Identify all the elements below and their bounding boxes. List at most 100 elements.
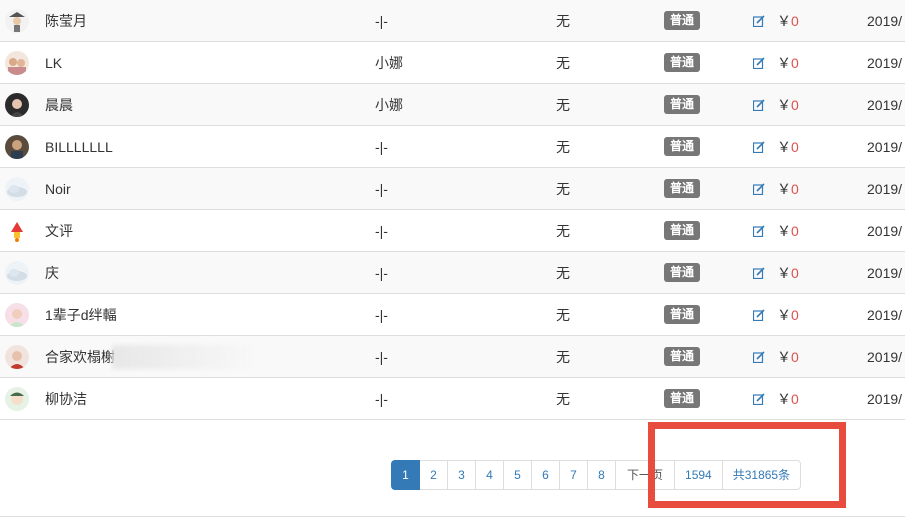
table-row: Noir -|- 无 普通 ￥0 2019/ — [0, 168, 905, 210]
member-badge: 普通 — [664, 305, 701, 324]
member-badge: 普通 — [664, 95, 701, 114]
user-name: 柳协洁 — [45, 391, 87, 407]
date: 2019/ — [867, 139, 903, 155]
date: 2019/ — [867, 307, 903, 323]
edit-icon[interactable] — [752, 98, 765, 112]
edit-icon[interactable] — [752, 224, 765, 238]
edit-icon[interactable] — [752, 392, 765, 406]
balance-amount: 0 — [791, 181, 799, 197]
currency-symbol: ￥ — [777, 265, 791, 281]
user-name: 庆 — [45, 265, 59, 281]
table-row: LK 小娜 无 普通 ￥0 2019/ — [0, 42, 905, 84]
balance: ￥0 — [777, 168, 799, 210]
member-badge: 普通 — [664, 11, 701, 30]
table-row: 1辈子d绊輻 -|- 无 普通 ￥0 2019/ — [0, 294, 905, 336]
user-name: 陈莹月 — [45, 13, 87, 29]
page-link-5[interactable]: 5 — [503, 460, 532, 490]
level-value: 无 — [556, 55, 570, 71]
balance-amount: 0 — [791, 349, 799, 365]
date: 2019/ — [867, 181, 903, 197]
user-name: 1辈子d绊輻 — [45, 307, 117, 323]
member-badge: 普通 — [664, 347, 701, 366]
avatar — [5, 9, 29, 33]
page-link-7[interactable]: 7 — [559, 460, 588, 490]
level-value: 无 — [556, 139, 570, 155]
level-value: 无 — [556, 181, 570, 197]
user-name: 合家欢榻榭 — [45, 349, 115, 365]
member-badge: 普通 — [664, 221, 701, 240]
avatar — [5, 219, 29, 243]
level-value: 无 — [556, 391, 570, 407]
avatar — [5, 387, 29, 411]
member-badge: 普通 — [664, 263, 701, 282]
currency-symbol: ￥ — [777, 223, 791, 239]
level-value: 无 — [556, 223, 570, 239]
edit-icon[interactable] — [752, 56, 765, 70]
avatar — [5, 51, 29, 75]
user-name: 文评 — [45, 223, 73, 239]
currency-symbol: ￥ — [777, 13, 791, 29]
currency-symbol: ￥ — [777, 55, 791, 71]
inviter: 小娜 — [375, 55, 403, 71]
edit-icon[interactable] — [752, 266, 765, 280]
level-value: 无 — [556, 349, 570, 365]
annotation-highlight-box — [648, 422, 846, 508]
table-row: 庆 -|- 无 普通 ￥0 2019/ — [0, 252, 905, 294]
currency-symbol: ￥ — [777, 391, 791, 407]
edit-icon[interactable] — [752, 140, 765, 154]
divider — [0, 516, 905, 517]
balance: ￥0 — [777, 294, 799, 336]
balance-amount: 0 — [791, 223, 799, 239]
member-badge: 普通 — [664, 53, 701, 72]
table-row: BILLLLLLL -|- 无 普通 ￥0 2019/ — [0, 126, 905, 168]
date: 2019/ — [867, 265, 903, 281]
date: 2019/ — [867, 97, 903, 113]
balance: ￥0 — [777, 0, 799, 42]
balance: ￥0 — [777, 210, 799, 252]
currency-symbol: ￥ — [777, 349, 791, 365]
redacted-blur — [112, 345, 257, 369]
balance: ￥0 — [777, 42, 799, 84]
level-value: 无 — [556, 97, 570, 113]
inviter: -|- — [375, 223, 388, 239]
avatar — [5, 345, 29, 369]
inviter: -|- — [375, 307, 388, 323]
inviter: -|- — [375, 349, 388, 365]
table-row: 陈莹月 -|- 无 普通 ￥0 2019/ — [0, 0, 905, 42]
level-value: 无 — [556, 13, 570, 29]
date: 2019/ — [867, 223, 903, 239]
edit-icon[interactable] — [752, 350, 765, 364]
date: 2019/ — [867, 13, 903, 29]
currency-symbol: ￥ — [777, 307, 791, 323]
inviter: 小娜 — [375, 97, 403, 113]
date: 2019/ — [867, 349, 903, 365]
balance-amount: 0 — [791, 139, 799, 155]
edit-icon[interactable] — [752, 308, 765, 322]
page-link-6[interactable]: 6 — [531, 460, 560, 490]
page-link-3[interactable]: 3 — [447, 460, 476, 490]
page-link-1[interactable]: 1 — [391, 460, 420, 490]
currency-symbol: ￥ — [777, 97, 791, 113]
user-name: 晨晨 — [45, 97, 73, 113]
edit-icon[interactable] — [752, 14, 765, 28]
page-link-8[interactable]: 8 — [587, 460, 616, 490]
page-link-4[interactable]: 4 — [475, 460, 504, 490]
balance-amount: 0 — [791, 391, 799, 407]
avatar — [5, 177, 29, 201]
user-name: Noir — [45, 181, 71, 197]
member-badge: 普通 — [664, 137, 701, 156]
balance-amount: 0 — [791, 307, 799, 323]
edit-icon[interactable] — [752, 182, 765, 196]
inviter: -|- — [375, 265, 388, 281]
inviter: -|- — [375, 391, 388, 407]
table-row: 合家欢榻榭 -|- 无 普通 ￥0 2019/ — [0, 336, 905, 378]
page-link-2[interactable]: 2 — [419, 460, 448, 490]
member-badge: 普通 — [664, 179, 701, 198]
table-row: 文评 -|- 无 普通 ￥0 2019/ — [0, 210, 905, 252]
balance: ￥0 — [777, 336, 799, 378]
table-row: 柳协洁 -|- 无 普通 ￥0 2019/ — [0, 378, 905, 420]
table-row: 晨晨 小娜 无 普通 ￥0 2019/ — [0, 84, 905, 126]
balance-amount: 0 — [791, 265, 799, 281]
inviter: -|- — [375, 181, 388, 197]
balance-amount: 0 — [791, 13, 799, 29]
